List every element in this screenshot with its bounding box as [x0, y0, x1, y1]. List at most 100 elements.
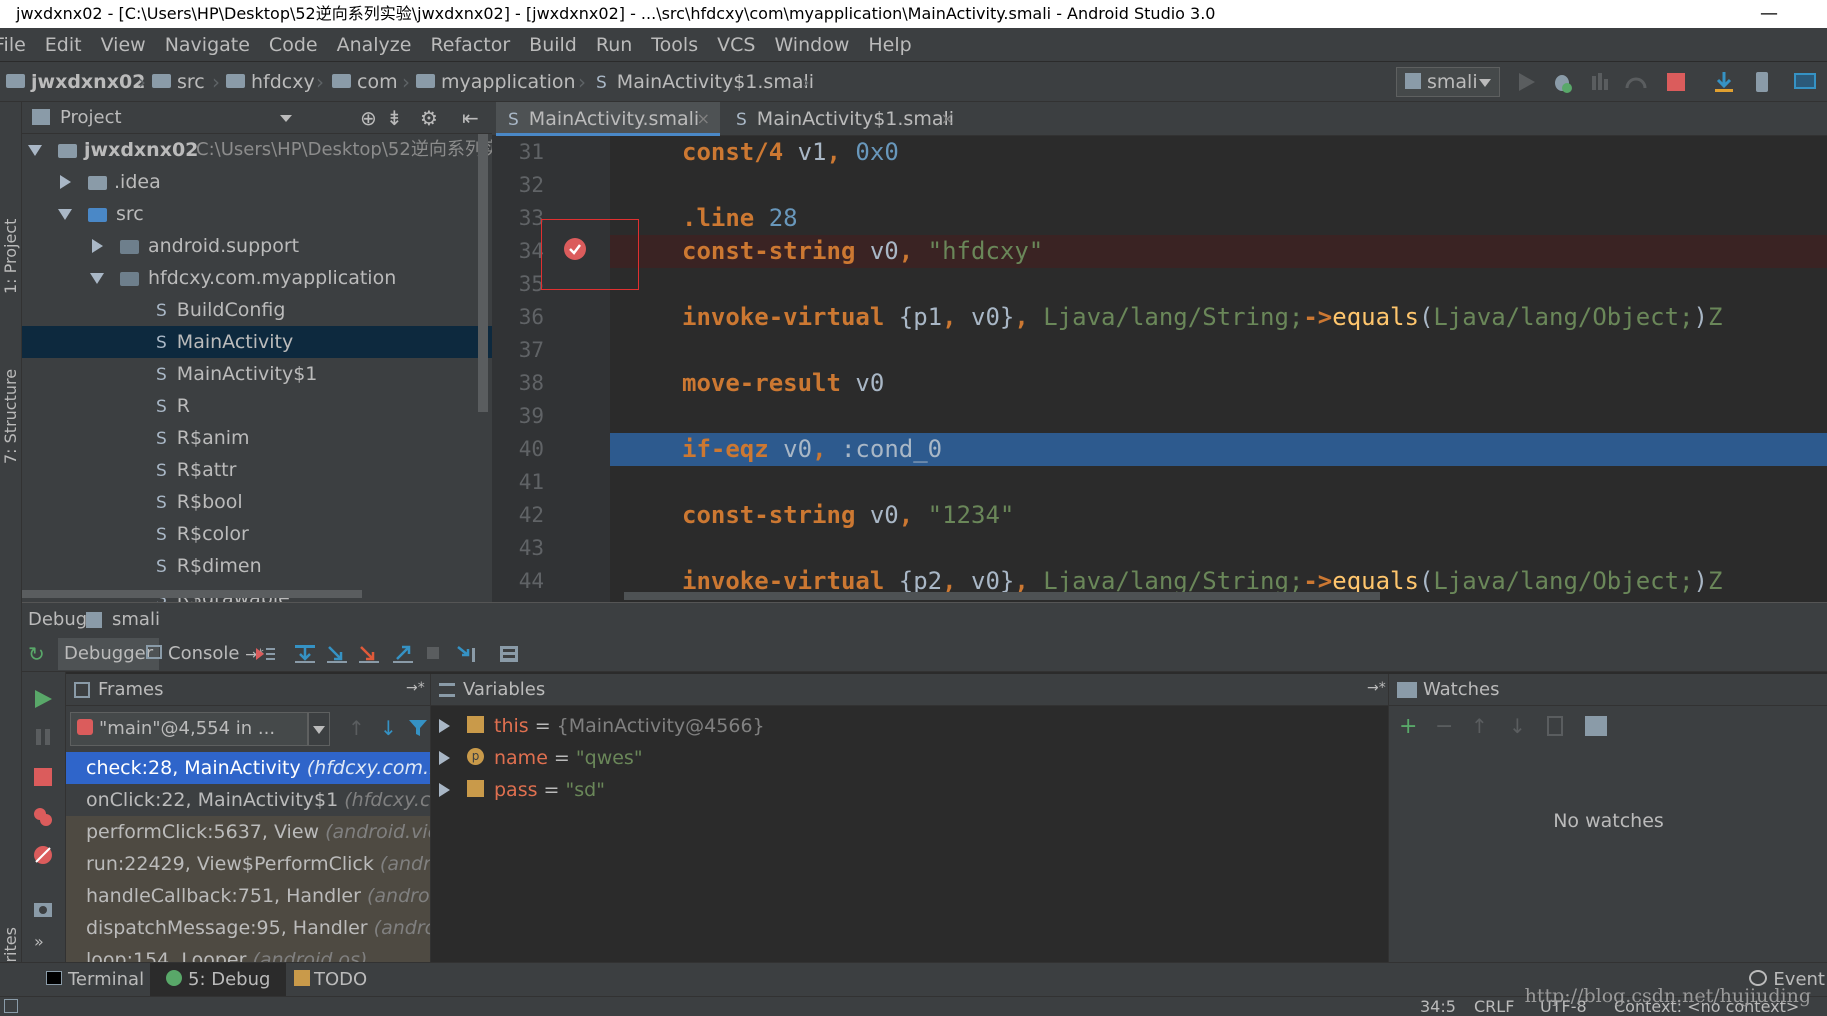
expand-arrow-icon[interactable]: [28, 145, 42, 156]
tree-row-module[interactable]: jwxdxnx02 C:\Users\HP\Desktop\52逆向系列实验: [22, 134, 492, 166]
tree-row-file-selected[interactable]: S MainActivity: [22, 326, 492, 358]
expand-arrow-icon[interactable]: [439, 783, 450, 797]
caret-position[interactable]: 34:5: [1420, 997, 1456, 1016]
filter-icon[interactable]: [408, 718, 428, 743]
tab-project[interactable]: 1: Project: [1, 219, 20, 294]
menu-refactor[interactable]: Refactor: [420, 28, 519, 62]
frame-item[interactable]: handleCallback:751, Handler (android.o: [66, 880, 430, 912]
collapse-arrow-icon[interactable]: [60, 175, 71, 189]
step-over-icon[interactable]: [294, 644, 316, 664]
tab-structure[interactable]: 7: Structure: [1, 369, 20, 464]
remove-watch-icon[interactable]: −: [1435, 714, 1453, 739]
pin-icon[interactable]: →*: [406, 680, 425, 696]
move-up-icon[interactable]: ↑: [1471, 714, 1488, 738]
tree-row-file[interactable]: S R$color: [22, 518, 492, 550]
collapse-arrow-icon[interactable]: [92, 239, 103, 253]
menu-edit[interactable]: Edit: [35, 28, 91, 62]
show-execution-point-icon[interactable]: [254, 644, 276, 664]
locate-icon[interactable]: ⊕: [360, 106, 377, 130]
thread-dropdown[interactable]: [308, 712, 330, 746]
tab-mainactivity-smali[interactable]: S MainActivity.smali ×: [496, 102, 720, 136]
close-icon[interactable]: ×: [697, 102, 710, 136]
frame-item[interactable]: check:28, MainActivity (hfdcxy.com.mya: [66, 752, 430, 784]
menu-navigate[interactable]: Navigate: [155, 28, 259, 62]
evaluate-expression-icon[interactable]: [498, 644, 520, 664]
expand-arrow-icon[interactable]: [439, 751, 450, 765]
thread-select[interactable]: "main"@4,554 in ...: [70, 712, 308, 746]
frame-item[interactable]: run:22429, View$PerformClick (android: [66, 848, 430, 880]
breadcrumb-file[interactable]: S MainActivity$1.smali: [596, 70, 814, 94]
tab-console[interactable]: Console →*: [140, 638, 270, 670]
view-breakpoints-icon[interactable]: [32, 806, 54, 833]
next-frame-icon[interactable]: ↓: [380, 716, 397, 740]
run-config-select[interactable]: smali: [1396, 67, 1500, 97]
menu-build[interactable]: Build: [519, 28, 586, 62]
tree-row-android-support[interactable]: android.support: [22, 230, 492, 262]
camera-icon[interactable]: [32, 898, 54, 925]
watch-settings-icon[interactable]: [1585, 716, 1607, 736]
breadcrumb-myapplication[interactable]: myapplication: [416, 70, 576, 94]
menu-file[interactable]: File: [0, 28, 35, 62]
expand-arrow-icon[interactable]: [58, 209, 72, 220]
rerun-icon[interactable]: ↻: [28, 642, 45, 666]
code-editor[interactable]: const/4 v1, 0x0 .line 28 const-string v0…: [610, 136, 1827, 602]
menu-code[interactable]: Code: [259, 28, 327, 62]
tab-terminal[interactable]: Terminal: [38, 963, 152, 997]
force-step-into-icon[interactable]: [358, 644, 380, 664]
editor-horizontal-scrollbar[interactable]: [624, 592, 1380, 600]
tree-row-file[interactable]: S R$attr: [22, 454, 492, 486]
pause-icon[interactable]: [32, 726, 54, 753]
project-pane-title[interactable]: Project: [60, 102, 122, 134]
profile-icon[interactable]: [1624, 70, 1648, 94]
resume-icon[interactable]: [32, 688, 54, 715]
menu-window[interactable]: Window: [764, 28, 858, 62]
line-separator[interactable]: CRLF: [1474, 997, 1514, 1016]
move-down-icon[interactable]: ↓: [1509, 714, 1526, 738]
tool-windows-icon[interactable]: [4, 999, 18, 1013]
tree-row-hfdcxy-package[interactable]: hfdcxy.com.myapplication: [22, 262, 492, 294]
menu-run[interactable]: Run: [586, 28, 641, 62]
add-watch-icon[interactable]: +: [1399, 714, 1417, 739]
minimize-icon[interactable]: —: [1760, 0, 1778, 28]
tree-row-src[interactable]: src: [22, 198, 492, 230]
menu-help[interactable]: Help: [858, 28, 920, 62]
breadcrumb-hfdcxy[interactable]: hfdcxy: [226, 70, 315, 94]
expand-arrow-icon[interactable]: [439, 719, 450, 733]
tree-row-file[interactable]: S MainActivity$1: [22, 358, 492, 390]
debug-session-tab[interactable]: smali: [112, 603, 160, 637]
step-into-icon[interactable]: [326, 644, 348, 664]
mute-breakpoints-icon[interactable]: [32, 844, 54, 871]
project-vertical-scrollbar[interactable]: [478, 134, 488, 412]
pin-icon[interactable]: →*: [1367, 680, 1386, 696]
menu-analyze[interactable]: Analyze: [327, 28, 421, 62]
debug-icon[interactable]: [1550, 70, 1574, 94]
tab-todo[interactable]: TODO: [290, 963, 371, 997]
expand-arrow-icon[interactable]: [90, 273, 104, 284]
frame-item[interactable]: dispatchMessage:95, Handler (android.c: [66, 912, 430, 944]
sdk-manager-icon[interactable]: [1792, 70, 1816, 94]
menu-view[interactable]: View: [91, 28, 155, 62]
breakpoint-icon[interactable]: [564, 238, 586, 260]
frame-item[interactable]: loop:154, Looper (android.os): [66, 944, 430, 962]
stop-icon[interactable]: [1664, 70, 1688, 94]
breadcrumb-project[interactable]: jwxdxnx02: [6, 70, 145, 94]
gear-icon[interactable]: ⚙: [420, 106, 438, 130]
menu-tools[interactable]: Tools: [641, 28, 707, 62]
tab-mainactivity1-smali[interactable]: S MainActivity$1.smali ×: [724, 102, 964, 136]
menu-vcs[interactable]: VCS: [707, 28, 764, 62]
tree-row-idea[interactable]: .idea: [22, 166, 492, 198]
copy-icon[interactable]: [1547, 716, 1563, 736]
breadcrumb-src[interactable]: src: [152, 70, 205, 94]
sync-gradle-icon[interactable]: [1712, 70, 1736, 94]
tree-row-file[interactable]: S BuildConfig: [22, 294, 492, 326]
drop-frame-icon[interactable]: [424, 644, 446, 664]
project-horizontal-scrollbar[interactable]: [22, 590, 362, 598]
tab-debug[interactable]: 5: Debug: [150, 963, 287, 997]
tree-row-file[interactable]: SR: [22, 390, 492, 422]
close-icon[interactable]: ×: [941, 102, 954, 136]
avd-manager-icon[interactable]: [1750, 70, 1774, 94]
tree-row-file[interactable]: S R$dimen: [22, 550, 492, 582]
collapse-all-icon[interactable]: ⇟: [386, 106, 403, 130]
stop-icon[interactable]: [32, 766, 54, 793]
editor-gutter[interactable]: 31 32 33 34 35 36 37 38 39 40 41 42 43 4…: [492, 136, 610, 602]
